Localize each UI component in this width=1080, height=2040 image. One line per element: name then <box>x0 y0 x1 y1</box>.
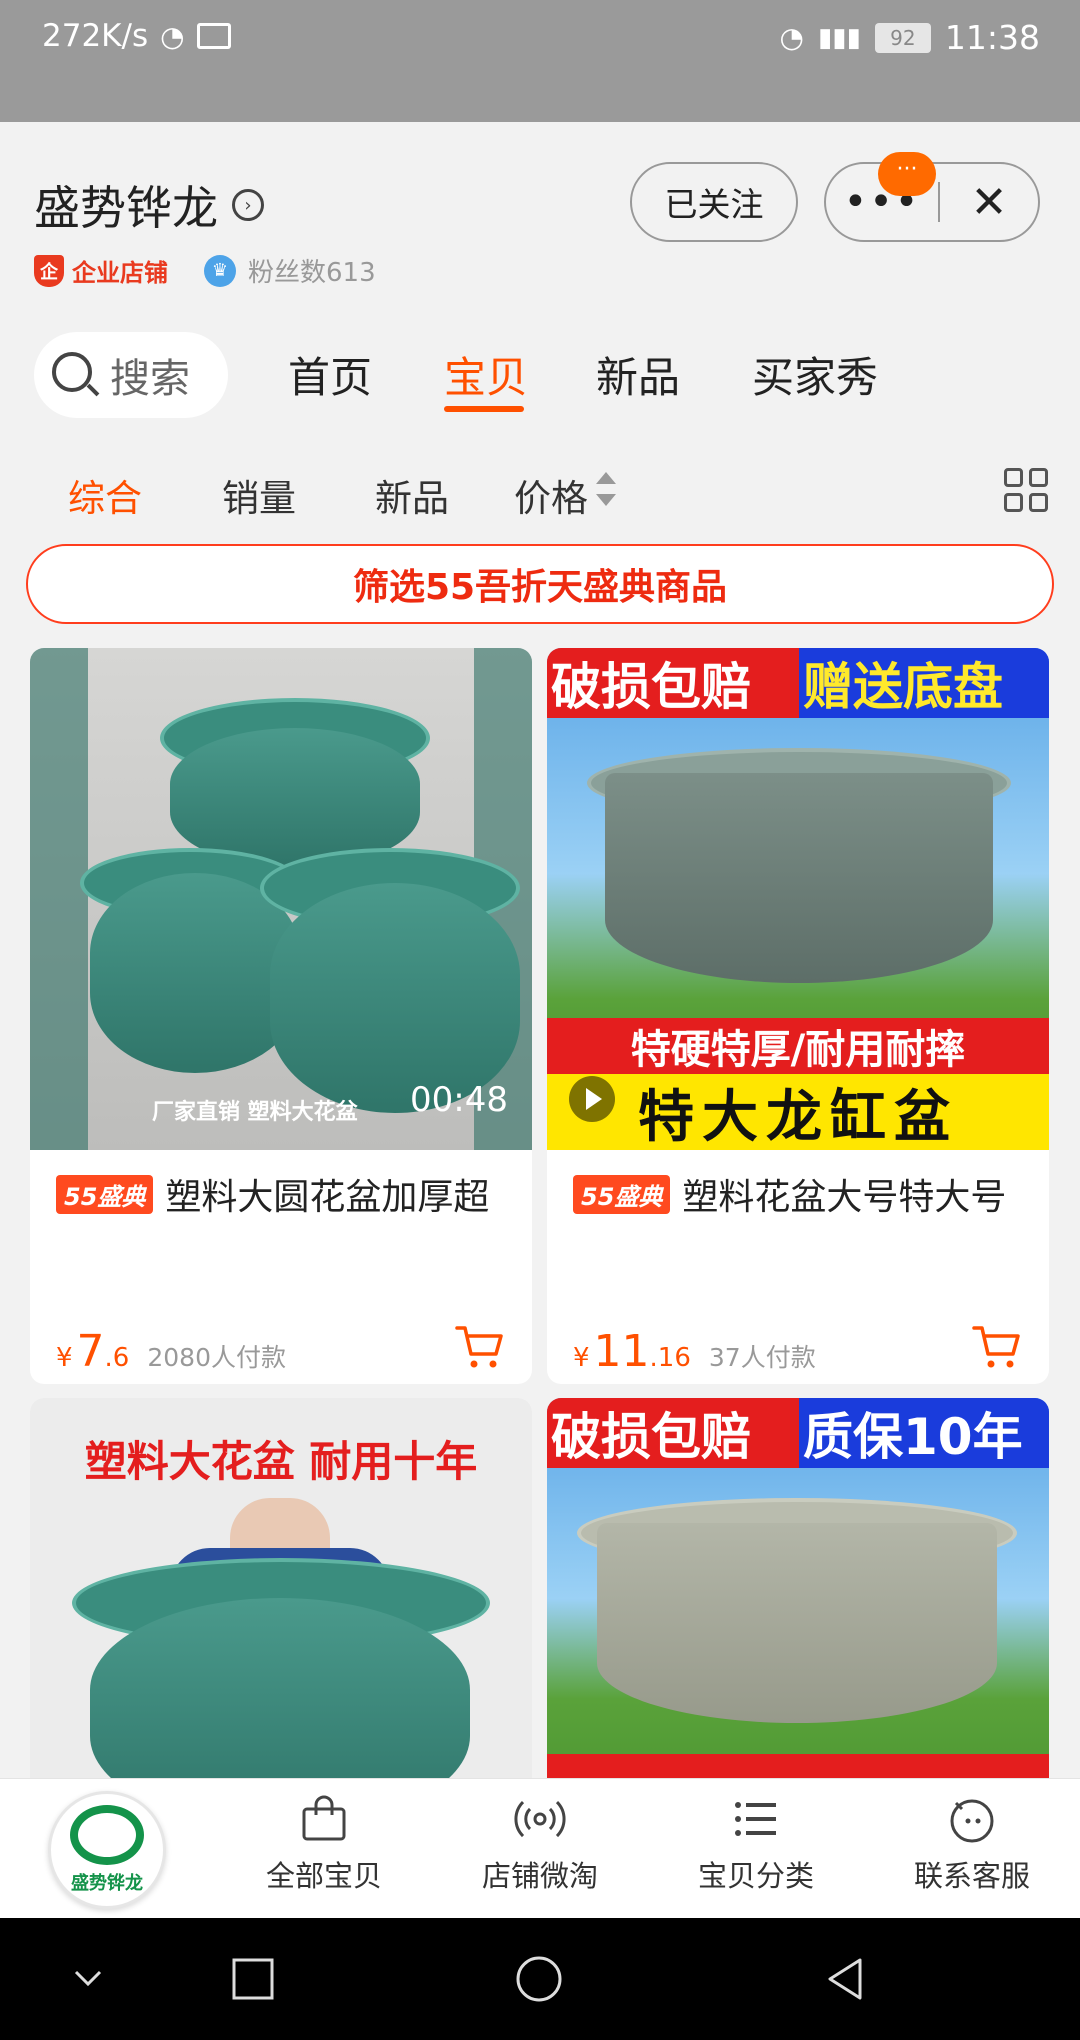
follow-button[interactable]: 已关注 <box>630 162 798 242</box>
tab-new[interactable]: 新品 <box>596 344 680 405</box>
product-card[interactable]: 破损包赔 质保10年 <box>547 1398 1049 1778</box>
enterprise-shield-icon: 企 <box>34 254 64 287</box>
product-image: 破损包赔 赠送底盘 特硬特厚/耐用耐摔 特大龙缸盆 <box>547 648 1049 1150</box>
sort-comprehensive[interactable]: 综合 <box>68 468 142 522</box>
image-banner-red: 破损包赔 <box>547 1398 799 1468</box>
dragon-logo-icon <box>70 1805 144 1865</box>
chat-face-icon <box>950 1799 994 1843</box>
active-tab-indicator <box>444 406 524 412</box>
image-icon <box>196 23 231 49</box>
shop-header: 盛势铧龙 › 企 企业店铺 ♛ 粉丝数613 已关注 ••• ✕ ··· <box>0 122 1080 322</box>
product-card[interactable]: 厂家直销 塑料大花盆 00:48 55盛典 塑料大圆花盆加厚超 ¥ 7 .6 2… <box>30 648 532 1384</box>
cart-icon[interactable] <box>971 1320 1023 1372</box>
tab-all-items[interactable]: 全部宝贝 <box>234 1793 414 1895</box>
video-duration: 00:48 <box>410 1080 508 1120</box>
grid-view-icon[interactable] <box>1004 468 1050 514</box>
promo-filter-banner[interactable]: 筛选55吾折天盛典商品 <box>26 544 1054 624</box>
sold-count: 2080人付款 <box>147 1343 286 1372</box>
shop-name: 盛势铧龙 <box>34 181 218 235</box>
price: ¥ 7 .6 2080人付款 <box>56 1326 286 1377</box>
tab-buyer-show[interactable]: 买家秀 <box>752 344 878 405</box>
product-title: 塑料花盆大号特大号 <box>682 1177 1007 1218</box>
image-banner-red: 破损包赔 <box>547 648 799 718</box>
broadcast-icon <box>514 1800 566 1838</box>
image-strip-yellow: 特大龙缸盆 <box>547 1074 1049 1150</box>
shop-logo[interactable]: 盛势铧龙 <box>48 1791 166 1909</box>
recent-apps-icon[interactable] <box>230 1954 276 2004</box>
shop-nav: 搜索 首页 宝贝 新品 买家秀 <box>0 322 1080 442</box>
tab-categories[interactable]: 宝贝分类 <box>666 1793 846 1895</box>
wifi-icon: ◔ <box>160 19 185 53</box>
product-image: 破损包赔 质保10年 <box>547 1398 1049 1778</box>
system-nav-bar <box>0 1918 1080 2040</box>
signal-icon: ▮▮▮ <box>817 22 861 53</box>
status-bar: 272K/s ◔ ◔ ▮▮▮ 92 11:38 <box>0 0 1080 122</box>
tab-home[interactable]: 首页 <box>288 344 372 405</box>
close-icon[interactable]: ✕ <box>940 177 1038 228</box>
product-card[interactable]: 破损包赔 赠送底盘 特硬特厚/耐用耐摔 特大龙缸盆 55盛典 塑料花盆大号特大号… <box>547 648 1049 1384</box>
crown-icon: ♛ <box>204 254 236 287</box>
wifi-icon: ◔ <box>779 21 804 54</box>
shop-title[interactable]: 盛势铧龙 › <box>34 172 264 238</box>
back-icon[interactable] <box>822 1954 868 2004</box>
fans-count: ♛ 粉丝数613 <box>204 252 376 289</box>
chevron-right-icon: › <box>232 189 264 221</box>
chevron-down-icon[interactable] <box>68 1954 108 2004</box>
home-icon[interactable] <box>514 1954 564 2004</box>
product-image: 塑料大花盆 耐用十年 <box>30 1398 532 1778</box>
sort-price[interactable]: 价格 <box>514 468 588 522</box>
battery-indicator: 92 <box>874 22 931 53</box>
shopping-bag-icon <box>302 1795 346 1841</box>
play-icon <box>569 1076 615 1122</box>
sort-arrows-icon <box>596 472 616 512</box>
list-icon <box>735 1802 776 1836</box>
image-strip-red: 特硬特厚/耐用耐摔 <box>547 1018 1049 1074</box>
search-icon <box>52 352 100 398</box>
image-banner-text: 塑料大花盆 耐用十年 <box>84 1437 478 1486</box>
clock: 11:38 <box>944 18 1040 57</box>
tab-customer-service[interactable]: 联系客服 <box>882 1793 1062 1895</box>
tab-shop-feed[interactable]: 店铺微淘 <box>450 1793 630 1895</box>
shop-tab-bar: 盛势铧龙 全部宝贝 店铺微淘 宝贝分类 联系客服 <box>0 1778 1080 1918</box>
sort-sales[interactable]: 销量 <box>222 468 296 522</box>
notification-badge: ··· <box>878 152 936 196</box>
image-banner-blue: 赠送底盘 <box>799 648 1049 718</box>
product-title: 塑料大圆花盆加厚超 <box>165 1177 490 1218</box>
sort-new[interactable]: 新品 <box>375 468 449 522</box>
image-overlay-text: 厂家直销 塑料大花盆 <box>152 1100 358 1125</box>
image-banner-blue: 质保10年 <box>799 1398 1049 1468</box>
search-button[interactable]: 搜索 <box>34 332 228 418</box>
sold-count: 37人付款 <box>708 1343 816 1372</box>
price: ¥ 11 .16 37人付款 <box>573 1326 816 1377</box>
enterprise-badge: 企 企业店铺 <box>34 253 168 288</box>
network-speed: 272K/s <box>42 18 149 54</box>
sort-bar: 综合 销量 新品 价格 <box>0 442 1080 542</box>
product-image: 厂家直销 塑料大花盆 00:48 <box>30 648 532 1150</box>
product-card[interactable]: 塑料大花盆 耐用十年 <box>30 1398 532 1778</box>
promo-tag: 55盛典 <box>573 1174 671 1214</box>
tab-items[interactable]: 宝贝 <box>444 344 528 405</box>
promo-tag: 55盛典 <box>56 1174 154 1214</box>
cart-icon[interactable] <box>454 1320 506 1372</box>
